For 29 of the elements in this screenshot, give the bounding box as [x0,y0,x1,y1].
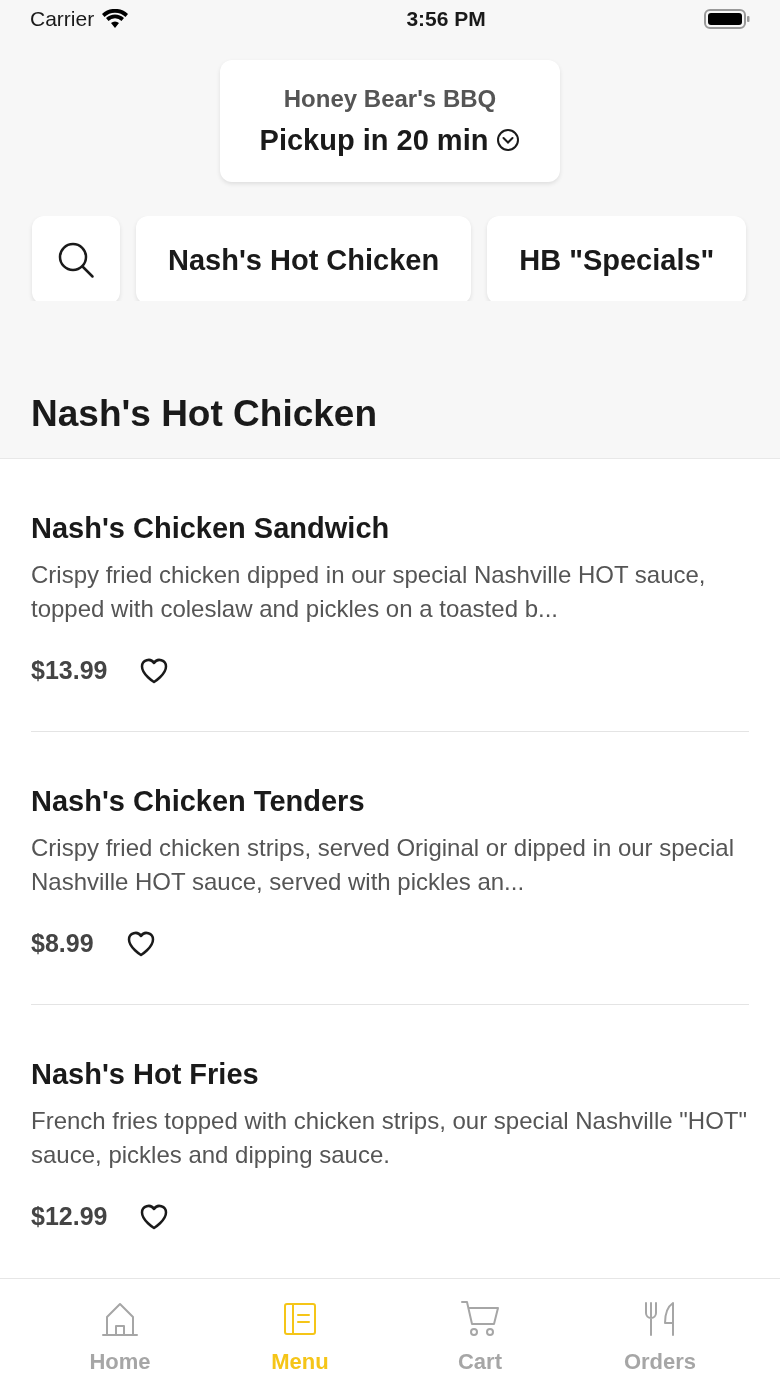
chevron-down-icon [496,128,521,153]
heart-icon[interactable] [139,656,170,685]
cart-icon [460,1299,500,1338]
item-description: Crispy fried chicken dipped in our special Nashville HOT sauce, topped with coleslaw and pickles on a toasted b... [31,560,707,625]
home-icon [99,1300,141,1337]
wifi-icon [102,9,129,30]
category-chip[interactable]: Nash's Hot Chicken [136,216,472,301]
item-description: Crispy fried chicken strips, served Original or dipped in our special Nashville HOT sauce, served with pickles an... [31,833,735,898]
item-description: French fries topped with chicken strips, our special Nashville "HOT" sauce, pickles and dipping sauce. [31,1106,748,1171]
status-time: 3:56 PM [406,6,486,33]
pickup-selector[interactable]: Honey Bear's BBQ Pickup in 20 min [220,60,560,183]
heart-icon[interactable] [139,1202,170,1231]
restaurant-name: Honey Bear's BBQ [283,83,497,114]
item-name[interactable]: Nash's Chicken Tenders [31,779,749,824]
cutlery-icon [643,1300,677,1337]
book-icon [283,1301,317,1336]
item-price: $12.99 [31,1201,108,1233]
item-price: $13.99 [31,655,108,687]
search-button[interactable] [32,216,120,301]
item-price: $8.99 [31,928,94,960]
item-name[interactable]: Nash's Hot Fries [31,1052,749,1097]
battery-icon [704,8,750,31]
category-chip[interactable]: HB "Specials" [487,216,747,301]
heart-icon[interactable] [125,929,156,958]
pickup-time: Pickup in 20 min [259,122,489,158]
section-title: Nash's Hot Chicken [31,392,377,437]
item-name[interactable]: Nash's Chicken Sandwich [31,506,749,551]
search-icon [56,240,96,281]
carrier-label: Carrier [30,6,95,33]
